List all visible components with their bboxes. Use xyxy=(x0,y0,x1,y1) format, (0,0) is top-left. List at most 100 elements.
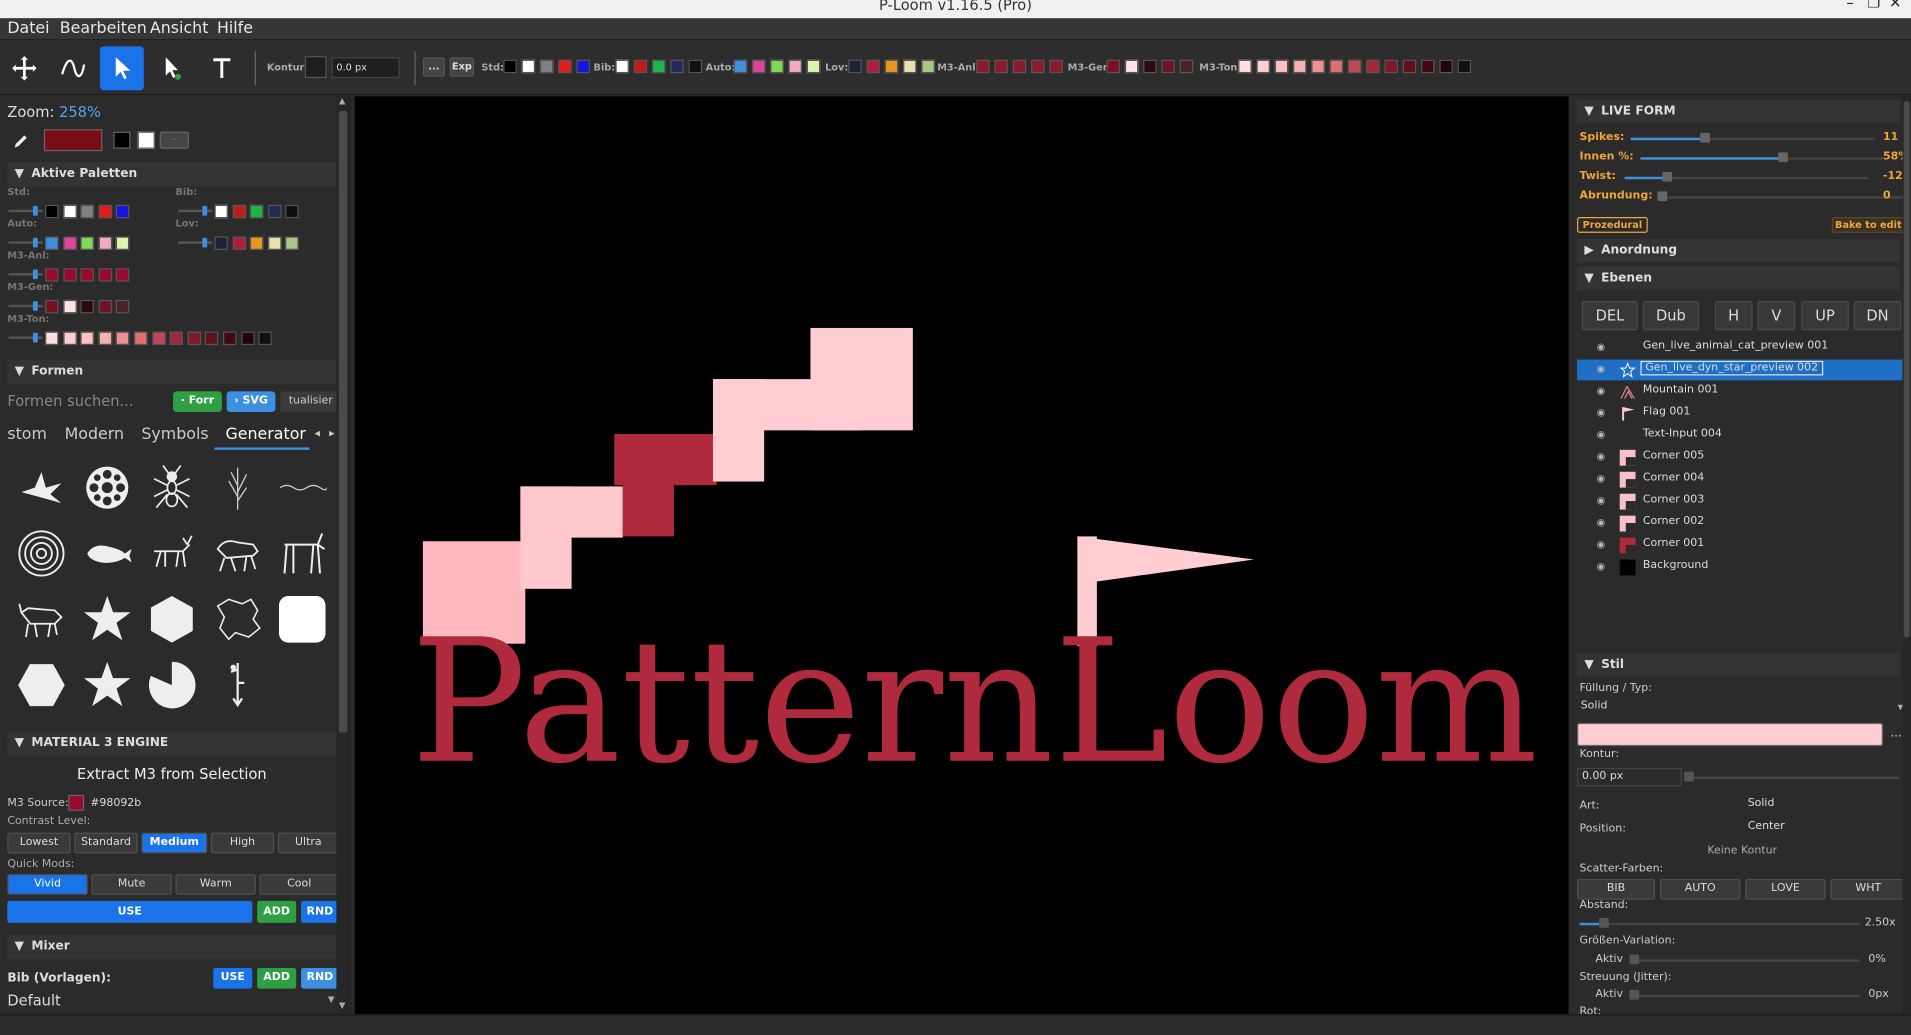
contrast-lowest[interactable]: Lowest xyxy=(7,832,71,854)
visibility-icon[interactable]: ◉ xyxy=(1597,473,1606,484)
palette-swatch[interactable] xyxy=(45,299,59,314)
palette-swatch[interactable] xyxy=(267,236,282,250)
tab-generator[interactable]: Generator xyxy=(225,425,305,443)
more-button[interactable]: ... xyxy=(422,57,445,77)
visibility-icon[interactable]: ◉ xyxy=(1597,341,1606,352)
text-tool[interactable] xyxy=(200,46,244,90)
bull-icon[interactable] xyxy=(13,591,69,647)
palette-opacity-knob[interactable] xyxy=(32,269,38,280)
hexagon-icon[interactable] xyxy=(13,657,69,713)
toolbar-palette-swatch[interactable] xyxy=(1179,59,1194,74)
squiggle-icon[interactable] xyxy=(274,460,330,516)
palette-swatch[interactable] xyxy=(98,268,112,282)
visibility-icon[interactable]: ◉ xyxy=(1597,407,1606,418)
palette-swatch[interactable] xyxy=(45,204,59,219)
kontur-slider-knob[interactable] xyxy=(1684,771,1695,782)
palette-swatch[interactable] xyxy=(285,204,300,219)
curve-tool[interactable] xyxy=(51,46,95,90)
palette-swatch[interactable] xyxy=(45,268,59,282)
kontur-slider[interactable] xyxy=(1689,776,1899,779)
bib-dropdown[interactable]: Default xyxy=(7,992,60,1009)
toolbar-palette-swatch[interactable] xyxy=(1402,59,1417,74)
minimize-icon[interactable]: – xyxy=(1846,0,1853,10)
visibility-icon[interactable]: ◉ xyxy=(1597,451,1606,462)
menu-datei[interactable]: Datei xyxy=(7,20,49,38)
hexagon-icon[interactable] xyxy=(144,591,200,647)
toolbar-palette-swatch[interactable] xyxy=(733,59,748,74)
export-button[interactable]: Exp xyxy=(449,57,475,77)
palette-swatch[interactable] xyxy=(116,236,130,250)
tab-symbols[interactable]: Symbols xyxy=(141,425,208,443)
toolbar-palette-swatch[interactable] xyxy=(1124,59,1139,74)
m3-source-swatch[interactable] xyxy=(68,794,85,811)
contrast-ultra[interactable]: Ultra xyxy=(277,832,339,854)
palette-swatch[interactable] xyxy=(134,331,148,345)
prozedural-badge[interactable]: Prozedural xyxy=(1577,216,1648,233)
palette-swatch[interactable] xyxy=(214,204,228,219)
art-select[interactable]: Solid xyxy=(1744,796,1907,815)
svg-button[interactable]: › SVG xyxy=(226,391,276,413)
visibility-icon[interactable]: ◉ xyxy=(1597,363,1606,374)
tab-scroll-left-icon[interactable]: ◂ xyxy=(314,428,320,440)
palette-swatch[interactable] xyxy=(250,204,264,219)
bib-rnd-button[interactable]: RND xyxy=(301,967,339,989)
palette-swatch[interactable] xyxy=(80,268,95,282)
palette-opacity-knob[interactable] xyxy=(202,206,208,216)
palette-swatch[interactable] xyxy=(80,236,95,250)
toolbar-palette-swatch[interactable] xyxy=(1384,59,1398,74)
live-form-header[interactable]: ▼ LIVE FORM xyxy=(1577,99,1901,124)
layer-row[interactable]: ◉ Corner 005 xyxy=(1577,447,1902,468)
toolbar-palette-swatch[interactable] xyxy=(770,59,784,74)
toolbar-palette-swatch[interactable] xyxy=(1347,59,1362,74)
palette-swatch[interactable] xyxy=(223,331,237,345)
palette-swatch[interactable] xyxy=(80,299,95,314)
toolbar-palette-swatch[interactable] xyxy=(1439,59,1453,74)
quick-mute[interactable]: Mute xyxy=(91,874,172,895)
contrast-standard[interactable]: Standard xyxy=(74,832,138,854)
m3-use-button[interactable]: USE xyxy=(7,900,253,923)
bib-use-button[interactable]: USE xyxy=(213,967,253,989)
spiral-icon[interactable] xyxy=(13,525,69,581)
toolbar-palette-swatch[interactable] xyxy=(848,59,862,74)
select-tool[interactable] xyxy=(99,46,144,91)
drawing-canvas[interactable]: PatternLoom xyxy=(354,96,1569,1015)
formen-header[interactable]: ▼ Formen xyxy=(7,359,337,385)
toolbar-palette-swatch[interactable] xyxy=(558,59,572,74)
anordnung-header[interactable]: ▶ Anordnung xyxy=(1577,238,1901,263)
toolbar-palette-swatch[interactable] xyxy=(1421,59,1435,74)
layer-row[interactable]: ◉ Text-Input 004 xyxy=(1577,425,1902,446)
palette-swatch[interactable] xyxy=(45,331,59,345)
palette-swatch[interactable] xyxy=(98,204,112,219)
toolbar-palette-swatch[interactable] xyxy=(1293,59,1307,74)
layer-row[interactable]: ◉ Corner 004 xyxy=(1577,469,1902,490)
extract-m3-button[interactable]: Extract M3 from Selection xyxy=(7,766,336,783)
tab-custom[interactable]: stom xyxy=(7,425,47,443)
corner-shape[interactable] xyxy=(614,433,717,486)
palette-swatch[interactable] xyxy=(214,236,228,250)
toolbar-palette-swatch[interactable] xyxy=(1238,59,1252,74)
layer-row[interactable]: ◉ Mountain 001 xyxy=(1577,382,1902,403)
layer-row[interactable]: ◉ Corner 003 xyxy=(1577,491,1902,512)
rounded-square-icon[interactable] xyxy=(274,591,330,647)
current-color-swatch[interactable] xyxy=(43,129,103,152)
scroll-up-icon[interactable]: ▲ xyxy=(339,96,346,106)
palette-swatch[interactable] xyxy=(205,331,219,345)
star-icon[interactable] xyxy=(79,591,135,647)
layer-row[interactable]: ◉ Corner 001 xyxy=(1577,535,1902,556)
scatter-auto-button[interactable]: AUTO xyxy=(1659,878,1741,900)
palette-opacity-knob[interactable] xyxy=(202,237,208,248)
bib-add-button[interactable]: ADD xyxy=(257,967,297,989)
contrast-high[interactable]: High xyxy=(210,832,275,854)
plant-icon[interactable] xyxy=(210,460,266,516)
add-tool[interactable] xyxy=(2,46,46,90)
corner-shape[interactable] xyxy=(810,379,862,431)
maximize-icon[interactable]: ❐ xyxy=(1867,0,1880,10)
bake-to-edit-button[interactable]: Bake to edit xyxy=(1831,216,1905,233)
scatter-love-button[interactable]: LOVE xyxy=(1745,878,1826,900)
toolbar-palette-swatch[interactable] xyxy=(1366,59,1380,74)
kontur-width-input[interactable]: 0.00 px xyxy=(1577,768,1682,787)
layer-row[interactable]: ◉ Flag 001 xyxy=(1577,404,1902,425)
palette-opacity-knob[interactable] xyxy=(32,237,38,248)
toolbar-palette-swatch[interactable] xyxy=(994,59,1008,74)
streuung-slider[interactable] xyxy=(1634,994,1860,998)
